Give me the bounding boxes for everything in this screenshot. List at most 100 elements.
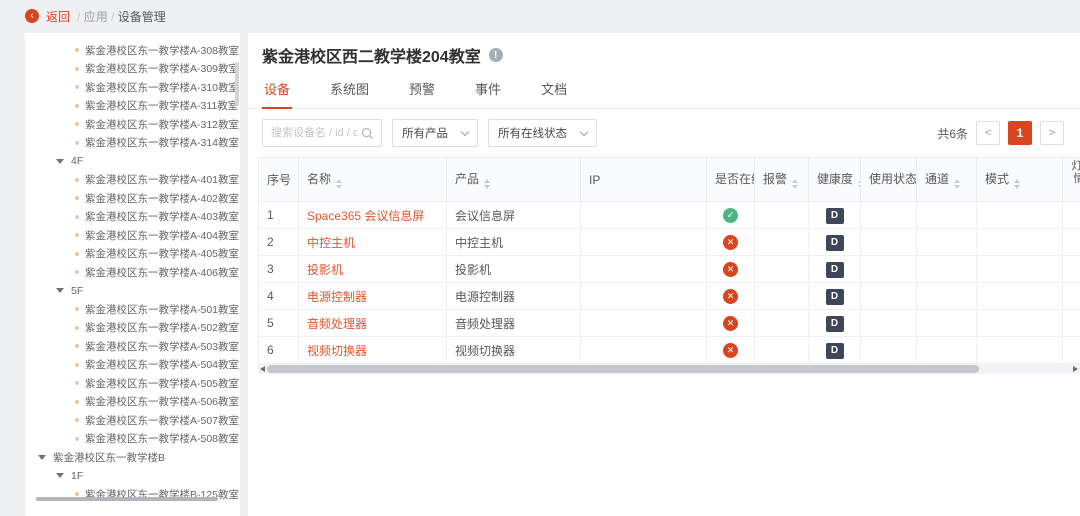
tree-item-label: 紫金港校区东一教学楼A-406教室 (1) (85, 265, 240, 280)
online-status-filter-select[interactable]: 所有在线状态 (488, 119, 597, 147)
leaf-dot-icon (75, 104, 79, 108)
column-header-9[interactable]: 模式 (977, 158, 1063, 202)
sort-icon[interactable] (792, 179, 798, 189)
tree-item-label: 紫金港校区东一教学楼A-502教室 (1) (85, 320, 240, 335)
column-header-label: 灯泡使用情况 (小时) (1072, 160, 1080, 198)
tree-item-label: 1F (71, 470, 83, 482)
device-link[interactable]: 音频处理器 (307, 317, 367, 331)
product-filter-select[interactable]: 所有产品 (392, 119, 478, 147)
tree-leaf-item[interactable]: 紫金港校区东一教学楼A-506教室 (1) (25, 393, 240, 412)
leaf-dot-icon (75, 381, 79, 385)
tree-leaf-item[interactable]: 紫金港校区东一教学楼A-507教室 (1) (25, 411, 240, 430)
cell-name: 音频处理器 (299, 310, 447, 337)
caret-down-icon[interactable] (56, 288, 64, 293)
sort-icon[interactable] (336, 179, 342, 189)
prev-page-button[interactable] (976, 121, 1000, 145)
tree-item-label: 紫金港校区东一教学楼A-404教室 (1) (85, 228, 240, 243)
device-link[interactable]: 视频切换器 (307, 344, 367, 358)
column-header-5[interactable]: 报警 (755, 158, 809, 202)
scroll-left-arrow-icon[interactable] (260, 366, 265, 372)
offline-icon (723, 289, 738, 304)
tab-documents[interactable]: 文档 (539, 71, 569, 109)
tree-leaf-item[interactable]: 紫金港校区东一教学楼A-504教室 (1) (25, 356, 240, 375)
tree-leaf-item[interactable]: 紫金港校区东一教学楼A-312教室 (1) (25, 115, 240, 134)
tree-leaf-item[interactable]: 紫金港校区东一教学楼A-401教室 (1) (25, 171, 240, 190)
sort-up-caret (792, 179, 798, 183)
column-header-4[interactable]: 是否在线 (707, 158, 755, 202)
tree-leaf-item[interactable]: 紫金港校区东一教学楼A-508教室 (1) (25, 430, 240, 449)
sort-icon[interactable] (484, 179, 490, 189)
column-header-6[interactable]: 健康度 (809, 158, 861, 202)
tree-branch-item[interactable]: 4F (25, 152, 240, 171)
tree-leaf-item[interactable]: 紫金港校区东一教学楼A-503教室 (1) (25, 337, 240, 356)
device-link[interactable]: 中控主机 (307, 236, 355, 250)
device-table-container: 序号名称产品IP是否在线报警健康度使用状态通道模式灯泡使用情况 (小时) 1Sp… (258, 157, 1080, 364)
leaf-dot-icon (75, 363, 79, 367)
cell-name: 视频切换器 (299, 337, 447, 364)
back-link[interactable]: 返回 (46, 8, 70, 25)
column-header-7[interactable]: 使用状态 (861, 158, 917, 202)
sort-down-caret (484, 185, 490, 189)
sidebar-vertical-scrollbar[interactable] (235, 62, 239, 106)
tree-leaf-item[interactable]: 紫金港校区东一教学楼A-406教室 (1) (25, 263, 240, 282)
tree-leaf-item[interactable]: 紫金港校区东一教学楼A-309教室 (1) (25, 60, 240, 79)
cell-ip (581, 310, 707, 337)
cell-index: 3 (259, 256, 299, 283)
tab-warning[interactable]: 预警 (407, 71, 437, 109)
tree-leaf-item[interactable]: 紫金港校区东一教学楼A-403教室 (1) (25, 208, 240, 227)
cell-online (707, 310, 755, 337)
tree-item-label: 紫金港校区东一教学楼A-506教室 (1) (85, 394, 240, 409)
tab-devices[interactable]: 设备 (262, 71, 292, 109)
back-icon[interactable] (25, 9, 39, 23)
tree-branch-item[interactable]: 1F (25, 467, 240, 486)
tree-item-label: 紫金港校区东一教学楼B (53, 450, 165, 465)
column-header-1[interactable]: 名称 (299, 158, 447, 202)
tree-item-label: 紫金港校区东一教学楼A-402教室 (1) (85, 191, 240, 206)
next-page-button[interactable] (1040, 121, 1064, 145)
column-header-label: 产品 (455, 172, 479, 186)
tree-leaf-item[interactable]: 紫金港校区东一教学楼A-405教室 (1) (25, 245, 240, 264)
tree-branch-item[interactable]: 紫金港校区东一教学楼B (25, 448, 240, 467)
scroll-right-arrow-icon[interactable] (1073, 366, 1078, 372)
leaf-dot-icon (75, 418, 79, 422)
cell-alarm (755, 283, 809, 310)
sort-down-caret (1014, 185, 1020, 189)
cell-product: 电源控制器 (447, 283, 581, 310)
cell-index: 1 (259, 202, 299, 229)
page-1-button[interactable]: 1 (1008, 121, 1032, 145)
device-link[interactable]: Space365 会议信息屏 (307, 209, 424, 223)
caret-down-icon[interactable] (56, 159, 64, 164)
tab-system-diagram[interactable]: 系统图 (328, 71, 371, 109)
tree-leaf-item[interactable]: 紫金港校区东一教学楼A-501教室 (1) (25, 300, 240, 319)
column-header-8[interactable]: 通道 (917, 158, 977, 202)
breadcrumb-item[interactable]: 应用 (84, 10, 108, 24)
tree-item-label: 紫金港校区东一教学楼A-503教室 (1) (85, 339, 240, 354)
column-header-2[interactable]: 产品 (447, 158, 581, 202)
tree-leaf-item[interactable]: 紫金港校区东一教学楼A-505教室 (1) (25, 374, 240, 393)
tab-events[interactable]: 事件 (473, 71, 503, 109)
sidebar-horizontal-scrollbar[interactable] (36, 497, 218, 501)
tree-leaf-item[interactable]: 紫金港校区东一教学楼A-404教室 (1) (25, 226, 240, 245)
tree-leaf-item[interactable]: 紫金港校区东一教学楼A-310教室 (1) (25, 78, 240, 97)
info-icon[interactable] (489, 48, 503, 62)
cell-mode (977, 256, 1063, 283)
leaf-dot-icon (75, 122, 79, 126)
sort-icon[interactable] (954, 179, 960, 189)
health-badge: D (826, 316, 844, 332)
tree-leaf-item[interactable]: 紫金港校区东一教学楼A-314教室 (1) (25, 134, 240, 153)
device-link[interactable]: 电源控制器 (307, 290, 367, 304)
tree-leaf-item[interactable]: 紫金港校区东一教学楼A-502教室 (1) (25, 319, 240, 338)
column-header-label: 模式 (985, 172, 1009, 186)
table-scrollbar-thumb[interactable] (267, 365, 979, 373)
tree-branch-item[interactable]: 5F (25, 282, 240, 301)
sort-icon[interactable] (1014, 179, 1020, 189)
tree-leaf-item[interactable]: 紫金港校区东一教学楼A-311教室 (1) (25, 97, 240, 116)
cell-mode (977, 310, 1063, 337)
caret-down-icon[interactable] (38, 455, 46, 460)
tree-leaf-item[interactable]: 紫金港校区东一教学楼A-308教室 (1) (25, 41, 240, 60)
tree-leaf-item[interactable]: 紫金港校区东一教学楼A-402教室 (1) (25, 189, 240, 208)
device-link[interactable]: 投影机 (307, 263, 343, 277)
leaf-dot-icon (75, 67, 79, 71)
breadcrumb-separator: / (77, 10, 84, 24)
caret-down-icon[interactable] (56, 473, 64, 478)
